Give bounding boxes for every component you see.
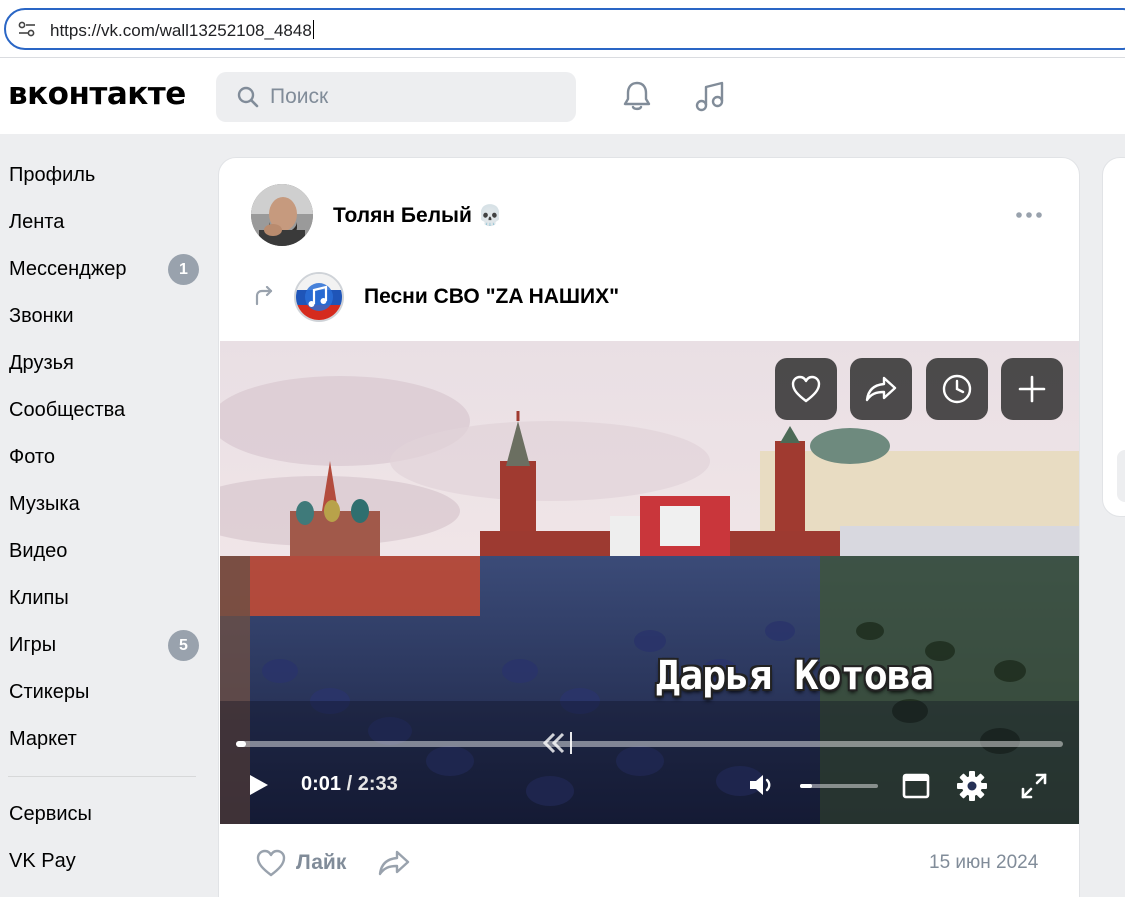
text-caret [312,20,314,39]
sidebar-item-friends[interactable]: Друзья [0,340,210,387]
sidebar-item-label: Фото [9,446,55,468]
sidebar-item-feed[interactable]: Лента [0,199,210,246]
author-avatar[interactable] [251,184,313,246]
sidebar-item-label: Маркет [9,728,77,750]
bell-icon[interactable] [619,78,655,114]
volume-icon[interactable] [748,772,778,798]
unread-badge: 1 [168,254,199,285]
sidebar-item-profile[interactable]: Профиль [0,152,210,199]
like-button[interactable]: Лайк [255,848,346,878]
sidebar-item-music[interactable]: Музыка [0,481,210,528]
video-progress-bar[interactable] [236,741,1063,747]
sidebar-item-vkpay[interactable]: VK Pay [0,838,210,885]
share-video-button[interactable] [850,358,912,420]
more-options-icon[interactable] [1015,210,1043,220]
group-avatar[interactable] [294,272,344,322]
vk-header: вконтакте [0,58,1125,134]
sidebar-item-communities[interactable]: Сообщества [0,387,210,434]
left-sidebar: Профиль Лента Мессенджер 1 Звонки Друзья … [0,152,210,885]
music-icon[interactable] [692,78,728,114]
share-icon [865,376,897,402]
current-time: 0:01 [301,773,342,795]
sidebar-item-label: Стикеры [9,681,90,703]
fullscreen-icon[interactable] [1020,772,1048,800]
games-badge: 5 [168,630,199,661]
heart-icon [791,375,821,403]
author-photo [251,184,313,246]
watch-later-button[interactable] [926,358,988,420]
sidebar-item-label: Профиль [9,164,96,186]
time-separator: / [346,773,353,795]
clock-icon [942,374,972,404]
url-text[interactable]: https://vk.com/wall13252108_4848 [50,20,314,41]
sidebar-item-label: Игры [9,634,57,656]
repost-group-name[interactable]: Песни СВО "ZA НАШИХ" [364,285,619,309]
add-video-button[interactable] [1001,358,1063,420]
search-icon [237,86,259,108]
sidebar-item-messenger[interactable]: Мессенджер 1 [0,246,210,293]
browser-toolbar: https://vk.com/wall13252108_4848 [0,0,1125,58]
video-time: 0:01 / 2:33 [301,773,398,796]
sidebar-item-label: Сервисы [9,803,92,825]
volume-level [800,784,812,788]
search-input[interactable] [270,72,560,122]
rewind-indicator-icon [542,732,572,754]
skull-emoji: 💀 [477,205,503,227]
sidebar-item-label: Музыка [9,493,80,515]
sidebar-item-games[interactable]: Игры 5 [0,622,210,669]
repost-arrow-icon [255,286,273,306]
search-box[interactable] [216,72,576,122]
sidebar-item-label: Мессенджер [9,258,127,280]
sidebar-item-label: Друзья [9,352,74,374]
sidebar-item-label: Сообщества [9,399,126,421]
sidebar-item-label: VK Pay [9,850,76,872]
settings-gear-icon[interactable] [956,770,988,802]
video-caption: Дарья Котова [656,653,934,699]
sidebar-item-label: Клипы [9,587,69,609]
sidebar-item-label: Видео [9,540,68,562]
share-post-icon[interactable] [377,848,411,878]
video-duration: 2:33 [357,773,398,795]
right-panel-item[interactable] [1117,450,1125,502]
vk-logo[interactable]: вконтакте [8,76,186,112]
sidebar-divider [8,776,196,777]
heart-icon [256,849,286,877]
like-video-button[interactable] [775,358,837,420]
play-icon[interactable] [248,773,270,797]
sidebar-item-photos[interactable]: Фото [0,434,210,481]
post-author-name[interactable]: Толян Белый 💀 [333,203,503,228]
group-logo [296,274,342,320]
plus-icon [1018,375,1046,403]
mini-player-icon[interactable] [902,773,930,799]
video-player[interactable]: Дарья Котова 0:01 / 2:33 [220,341,1079,824]
volume-slider[interactable] [800,784,878,788]
site-settings-icon[interactable] [18,21,36,37]
sidebar-item-stickers[interactable]: Стикеры [0,669,210,716]
sidebar-item-services[interactable]: Сервисы [0,791,210,838]
sidebar-item-clips[interactable]: Клипы [0,575,210,622]
post-date[interactable]: 15 июн 2024 [929,852,1038,874]
right-panel-card [1102,157,1125,517]
like-label: Лайк [296,851,347,874]
sidebar-item-market[interactable]: Маркет [0,716,210,763]
sidebar-item-label: Лента [9,211,65,233]
sidebar-item-calls[interactable]: Звонки [0,293,210,340]
sidebar-item-video[interactable]: Видео [0,528,210,575]
address-bar[interactable]: https://vk.com/wall13252108_4848 [4,8,1125,50]
video-progress-fill [236,741,246,747]
sidebar-item-label: Звонки [9,305,74,327]
wall-post: Толян Белый 💀 Песни СВО "ZA НАШИХ" Дарья… [218,157,1080,897]
